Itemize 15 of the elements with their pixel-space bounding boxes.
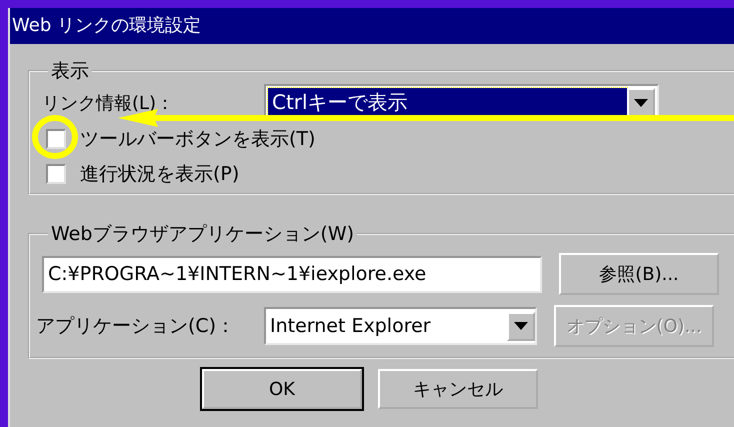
checkbox-label: ツールバーボタンを表示(T) <box>80 126 316 152</box>
field-label: アプリケーション(C)： <box>36 314 236 339</box>
field-label: リンク情報(L)： <box>42 92 176 114</box>
window-title: Web リンクの環境設定 <box>12 15 201 36</box>
ok-button[interactable]: OK <box>202 369 362 409</box>
browse-button[interactable]: 参照(B)... <box>559 253 719 295</box>
group-title: Webブラウザアプリケーション(W) <box>50 222 356 247</box>
checkbox[interactable] <box>46 128 66 148</box>
checkbox-label: 進行状況を表示(P) <box>80 162 240 186</box>
cancel-button[interactable]: キャンセル <box>378 369 538 409</box>
annotation-circle <box>32 115 78 159</box>
path-field[interactable]: C:¥PROGRA~1¥INTERN~1¥iexplore.exe <box>42 256 542 292</box>
group-title: 表示 <box>50 59 90 84</box>
checkbox[interactable] <box>46 164 66 184</box>
application-dropdown[interactable]: Internet Explorer <box>264 307 537 345</box>
